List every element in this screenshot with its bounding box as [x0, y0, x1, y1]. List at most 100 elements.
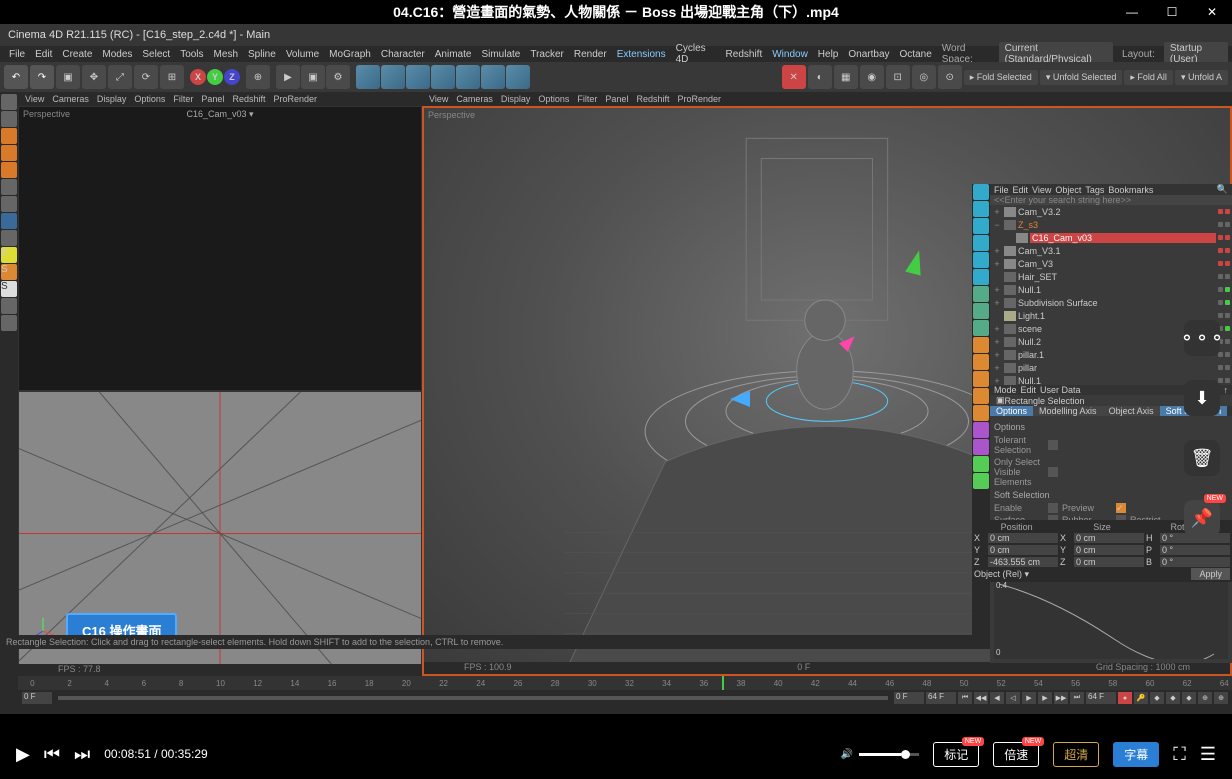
point-mode-icon[interactable]: [1, 128, 17, 144]
tl-max[interactable]: 64 F: [1086, 692, 1116, 704]
rt-icon-10[interactable]: [973, 337, 989, 353]
menu-onartbay[interactable]: Onartbay: [843, 49, 894, 60]
speed-button[interactable]: 倍速NEW: [993, 742, 1039, 767]
y-size[interactable]: 0 cm: [1074, 545, 1144, 555]
tl-play-back[interactable]: ◁: [1006, 692, 1020, 704]
tl-prevkey[interactable]: ◀◀: [974, 692, 988, 704]
rt-icon-18[interactable]: [973, 473, 989, 489]
select-tool[interactable]: ▣: [56, 65, 80, 89]
obj-item-3[interactable]: +Cam_V3.1: [990, 244, 1232, 257]
tl-first[interactable]: ⏮: [958, 692, 972, 704]
maximize-button[interactable]: ☐: [1152, 0, 1192, 24]
menu-file[interactable]: File: [4, 49, 30, 60]
tb-icon-2[interactable]: ◐: [808, 65, 832, 89]
menu-mograph[interactable]: MoGraph: [324, 49, 376, 60]
fold-selected[interactable]: ▸ Fold Selected: [964, 70, 1038, 85]
light[interactable]: [506, 65, 530, 89]
menu-mesh[interactable]: Mesh: [209, 49, 243, 60]
quality-button[interactable]: 超清: [1053, 742, 1099, 767]
edge-mode-icon[interactable]: [1, 145, 17, 161]
vp2-panel[interactable]: Panel: [602, 94, 631, 104]
tl-last[interactable]: ⏭: [1070, 692, 1084, 704]
object-mode-dropdown[interactable]: Object (Rel) ▾: [974, 569, 1044, 580]
om-object[interactable]: Object: [1055, 185, 1081, 195]
menu-create[interactable]: Create: [57, 49, 97, 60]
unfold-selected[interactable]: ▾ Unfold Selected: [1040, 70, 1123, 85]
menu-tools[interactable]: Tools: [175, 49, 208, 60]
vp2-redshift[interactable]: Redshift: [633, 94, 672, 104]
z-axis[interactable]: Z: [224, 69, 240, 85]
generator[interactable]: [406, 65, 430, 89]
x-axis[interactable]: X: [190, 69, 206, 85]
deformer[interactable]: [431, 65, 455, 89]
obj-item-5[interactable]: Hair_SET: [990, 270, 1232, 283]
rt-icon-15[interactable]: [973, 422, 989, 438]
rt-icon-3[interactable]: [973, 218, 989, 234]
tl-key1[interactable]: ◆: [1150, 692, 1164, 704]
rt-icon-1[interactable]: [973, 184, 989, 200]
tb-icon-6[interactable]: ◎: [912, 65, 936, 89]
rt-icon-12[interactable]: [973, 371, 989, 387]
am-nav-up[interactable]: ↑: [1224, 385, 1229, 395]
tl-current[interactable]: 64 F: [926, 692, 956, 704]
menu-select[interactable]: Select: [137, 49, 175, 60]
vp-display[interactable]: Display: [94, 94, 130, 104]
menu-redshift[interactable]: Redshift: [721, 49, 768, 60]
om-tags[interactable]: Tags: [1085, 185, 1104, 195]
am-userdata[interactable]: User Data: [1040, 385, 1081, 395]
z-size[interactable]: 0 cm: [1074, 557, 1144, 567]
fold-all[interactable]: ▸ Fold All: [1124, 70, 1173, 85]
timeline-ruler[interactable]: 0246810121416182022242628303234363840424…: [18, 676, 1232, 690]
next-video-button[interactable]: ⏭: [74, 744, 90, 765]
rt-icon-13[interactable]: [973, 388, 989, 404]
menu-octane[interactable]: Octane: [895, 49, 937, 60]
om-file[interactable]: File: [994, 185, 1009, 195]
vp-prorender[interactable]: ProRender: [270, 94, 320, 104]
minimize-button[interactable]: —: [1112, 0, 1152, 24]
rt-icon-14[interactable]: [973, 405, 989, 421]
render-view[interactable]: ▶: [276, 65, 300, 89]
share-icon[interactable]: ⚬⚬⚬: [1184, 320, 1220, 356]
tab-options[interactable]: Options: [990, 406, 1033, 416]
locked-icon[interactable]: [1, 315, 17, 331]
menu-simulate[interactable]: Simulate: [476, 49, 525, 60]
rt-icon-17[interactable]: [973, 456, 989, 472]
tb-icon-5[interactable]: ⊡: [886, 65, 910, 89]
vp-cameras[interactable]: Cameras: [49, 94, 92, 104]
menu-window[interactable]: Window: [767, 49, 813, 60]
environment[interactable]: [456, 65, 480, 89]
playlist-button[interactable]: ☰: [1200, 744, 1216, 765]
apply-button[interactable]: Apply: [1191, 568, 1230, 580]
vp-options[interactable]: Options: [131, 94, 168, 104]
tl-play[interactable]: ▶: [1022, 692, 1036, 704]
render-settings[interactable]: ⚙: [326, 65, 350, 89]
tl-key4[interactable]: ⊕: [1198, 692, 1212, 704]
menu-character[interactable]: Character: [376, 49, 430, 60]
tl-nextkey[interactable]: ▶▶: [1054, 692, 1068, 704]
vp-panel[interactable]: Panel: [198, 94, 227, 104]
pin-icon[interactable]: 📌NEW: [1184, 500, 1220, 536]
move-tool[interactable]: ✥: [82, 65, 106, 89]
viewport-left-top[interactable]: Perspective C16_Cam_v03 ▾: [18, 106, 422, 391]
om-view[interactable]: View: [1032, 185, 1051, 195]
om-search-icon[interactable]: 🔍: [1217, 184, 1228, 195]
obj-item-7[interactable]: +Subdivision Surface: [990, 296, 1232, 309]
falloff-graph[interactable]: 0.4 0: [994, 579, 1228, 659]
subtitle-button[interactable]: 字幕: [1113, 742, 1159, 767]
object-mode-icon[interactable]: [1, 179, 17, 195]
tl-key5[interactable]: ⊕: [1214, 692, 1228, 704]
volume-icon[interactable]: 🔊: [841, 749, 853, 760]
tl-key2[interactable]: ◆: [1166, 692, 1180, 704]
enable-checkbox[interactable]: [1048, 503, 1058, 513]
tl-key3[interactable]: ◆: [1182, 692, 1196, 704]
mark-button[interactable]: 标记NEW: [933, 742, 979, 767]
rt-icon-8[interactable]: [973, 303, 989, 319]
preview-checkbox[interactable]: ✓: [1116, 503, 1126, 513]
om-edit[interactable]: Edit: [1013, 185, 1029, 195]
coord-system[interactable]: ⊕: [246, 65, 270, 89]
tl-prev[interactable]: ◀: [990, 692, 1004, 704]
menu-modes[interactable]: Modes: [97, 49, 137, 60]
menu-help[interactable]: Help: [813, 49, 844, 60]
tb-icon-3[interactable]: ▦: [834, 65, 858, 89]
tl-record[interactable]: ●: [1118, 692, 1132, 704]
